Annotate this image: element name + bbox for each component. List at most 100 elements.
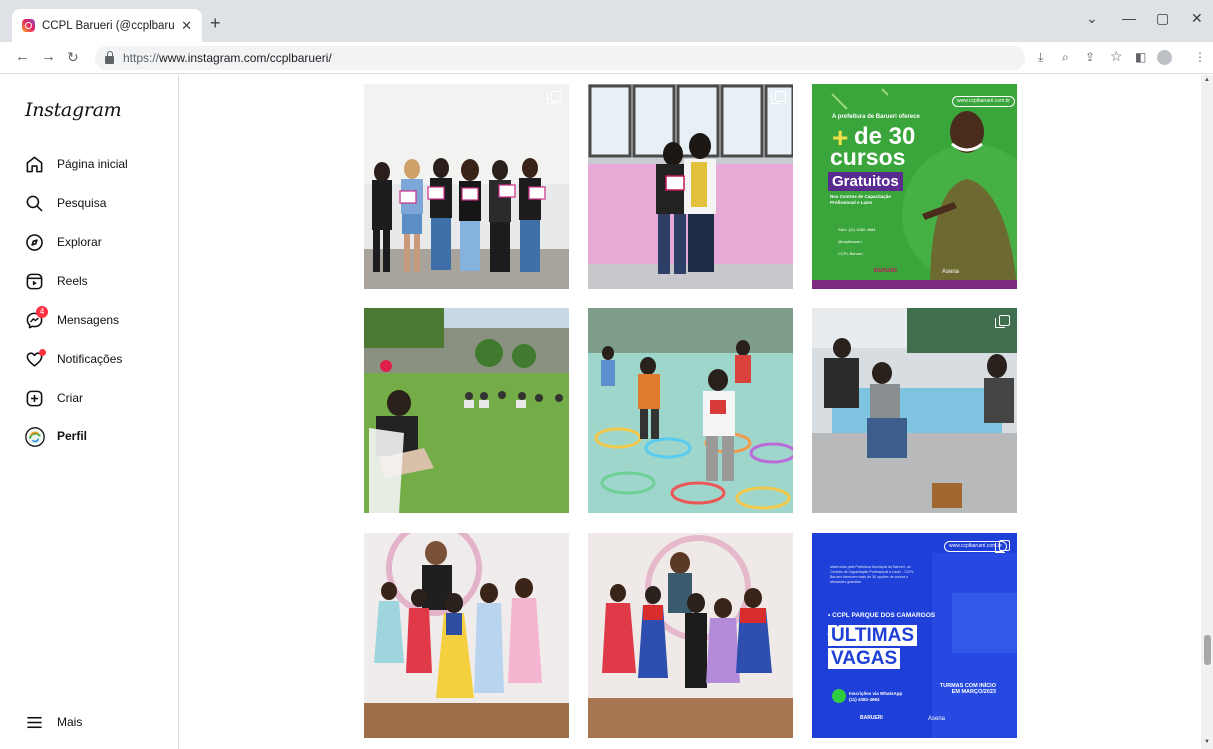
poster-brand-barueri: BARUERI <box>860 715 883 721</box>
post-thumbnail[interactable] <box>812 308 1017 513</box>
post-image-costume-kids-b <box>588 533 793 738</box>
carousel-icon <box>995 315 1010 328</box>
sidebar-item-label: Criar <box>57 391 83 405</box>
sidebar-item-label: Página inicial <box>57 157 128 171</box>
post-thumbnail[interactable] <box>364 533 569 738</box>
browser-toolbar: ← → ↻ https:// www.instagram.com/ccplbar… <box>0 42 1213 74</box>
menu-icon[interactable]: ⋮ <box>1194 50 1206 64</box>
side-panel-icon[interactable]: ◧ <box>1135 50 1146 64</box>
tab-title: CCPL Barueri (@ccplbarueri) • Fo <box>42 19 175 32</box>
poster-location: • CCPL PARQUE DOS CAMARGOS <box>828 612 936 619</box>
post-thumbnail[interactable] <box>364 84 569 289</box>
poster-website: www.ccplbarueri.com.br <box>952 96 1016 107</box>
zoom-icon[interactable]: ⌕ <box>1062 50 1069 65</box>
plus-square-icon <box>25 389 44 408</box>
sidebar-item-label: Explorar <box>57 235 102 249</box>
reload-icon[interactable]: ↻ <box>67 49 79 66</box>
post-thumbnail-last-vacancies-poster[interactable]: www.ccplbarueri.com.br Matrículas pela P… <box>812 533 1017 738</box>
scroll-up-arrow-icon[interactable]: ▲ <box>1204 77 1210 83</box>
poster-youtube-channel: CCPL Barueri <box>838 251 863 256</box>
heart-icon <box>25 348 46 369</box>
post-thumbnail[interactable] <box>364 308 569 513</box>
poster-turmas: TURMAS COM INÍCIO EM MARÇO/2023 <box>939 683 996 696</box>
poster-brand-asena: Asena <box>928 716 946 722</box>
lock-icon <box>105 51 114 64</box>
maximize-button[interactable]: ▢ <box>1156 10 1169 27</box>
install-icon[interactable]: ⤓ <box>1038 50 1043 65</box>
minimize-button[interactable]: — <box>1122 10 1136 26</box>
hamburger-menu-icon <box>25 713 44 732</box>
scrollbar-thumb[interactable] <box>1204 635 1211 665</box>
sidebar-item-messages[interactable]: 4 Mensagens <box>25 305 120 331</box>
instagram-logo[interactable]: Instagram <box>25 99 122 121</box>
address-bar[interactable]: https:// www.instagram.com/ccplbarueri/ <box>95 46 1025 70</box>
sidebar-item-label: Notificações <box>57 352 123 366</box>
url-text: www.instagram.com/ccplbarueri/ <box>159 51 332 65</box>
sidebar-item-home[interactable]: Página inicial <box>25 153 128 175</box>
notification-dot <box>39 348 46 356</box>
poster-instagram-handle: @ccplbarueri <box>838 239 862 244</box>
share-icon[interactable]: ⇪ <box>1085 50 1095 64</box>
post-image-outdoor-group <box>364 308 569 513</box>
poster-intro: A prefeitura de Barueri oferece <box>832 114 920 120</box>
reels-icon <box>25 272 44 291</box>
poster-vagas: VAGAS <box>828 648 901 669</box>
sidebar-item-reels[interactable]: Reels <box>25 270 88 292</box>
forward-icon[interactable]: → <box>41 48 56 65</box>
sidebar-item-more[interactable]: Mais <box>25 711 82 733</box>
url-prefix: https:// <box>123 51 160 65</box>
sidebar-item-search[interactable]: Pesquisa <box>25 192 106 214</box>
profile-avatar-icon[interactable] <box>1157 50 1172 65</box>
poster-gratuitos: Gratuitos <box>828 172 903 191</box>
post-image-costume-kids-a <box>364 533 569 738</box>
poster-whatsapp: Inscrições via WhatsApp (11) 4382-4684 <box>849 691 903 702</box>
new-tab-button[interactable]: + <box>210 14 221 32</box>
post-image-group-certificates <box>364 84 569 289</box>
tab-search-icon[interactable]: ⌄ <box>1086 10 1098 27</box>
messenger-icon: 4 <box>25 305 48 330</box>
poster-ultimas: ÚLTIMAS <box>828 625 918 646</box>
compass-icon <box>25 233 44 252</box>
poster-phone: SAU: (11) 4382-4684 <box>838 227 876 232</box>
sidebar-item-label: Pesquisa <box>57 196 107 210</box>
instagram-favicon-icon <box>22 19 35 32</box>
back-icon[interactable]: ← <box>15 48 30 65</box>
sidebar-item-label: Mais <box>57 715 83 729</box>
post-image-two-women-certificate <box>588 84 793 289</box>
search-icon <box>25 194 44 213</box>
sidebar-item-profile[interactable]: Perfil <box>25 425 87 447</box>
post-thumbnail[interactable] <box>588 84 793 289</box>
poster-brand-asena: Asena <box>942 269 960 275</box>
sidebar-item-create[interactable]: Criar <box>25 387 83 409</box>
post-image-classroom <box>812 308 1017 513</box>
sidebar: Instagram Página inicial Pesquisa Explor… <box>0 75 179 749</box>
poster-subtitle: Nos Centros de Capacitação Profissional … <box>830 194 892 205</box>
home-icon <box>25 155 44 174</box>
avatar <box>25 426 45 447</box>
sidebar-item-notifications[interactable]: Notificações <box>25 348 122 370</box>
page-scrollbar[interactable]: ▲ ▼ <box>1201 75 1213 749</box>
bookmark-star-icon[interactable]: ☆ <box>1110 48 1123 65</box>
carousel-icon <box>547 91 562 104</box>
poster-cursos: cursos <box>830 144 906 170</box>
carousel-icon <box>771 91 786 104</box>
close-tab-icon[interactable]: ✕ <box>181 18 192 34</box>
browser-titlebar: CCPL Barueri (@ccplbarueri) • Fo ✕ + ⌄ —… <box>0 0 1213 42</box>
sidebar-item-label: Perfil <box>57 429 88 443</box>
sidebar-item-label: Reels <box>57 274 88 288</box>
messages-badge: 4 <box>36 305 48 318</box>
post-thumbnail[interactable] <box>588 533 793 738</box>
post-image-kids-hoops <box>588 308 793 513</box>
close-window-button[interactable]: ✕ <box>1191 10 1203 27</box>
whatsapp-icon <box>832 689 846 703</box>
poster-brand-barueri: BARUERI <box>874 268 897 274</box>
carousel-icon <box>995 540 1010 553</box>
profile-post-grid: www.ccplbarueri.com.br A prefeitura de B… <box>180 75 1201 749</box>
sidebar-item-label: Mensagens <box>57 313 120 327</box>
poster-blurb: Matrículas pela Prefeitura Municipal de … <box>830 565 914 584</box>
sidebar-item-explore[interactable]: Explorar <box>25 231 102 253</box>
browser-tab[interactable]: CCPL Barueri (@ccplbarueri) • Fo ✕ <box>12 9 202 42</box>
post-thumbnail[interactable] <box>588 308 793 513</box>
scroll-down-arrow-icon[interactable]: ▼ <box>1204 739 1210 745</box>
post-thumbnail-courses-poster[interactable]: www.ccplbarueri.com.br A prefeitura de B… <box>812 84 1017 289</box>
